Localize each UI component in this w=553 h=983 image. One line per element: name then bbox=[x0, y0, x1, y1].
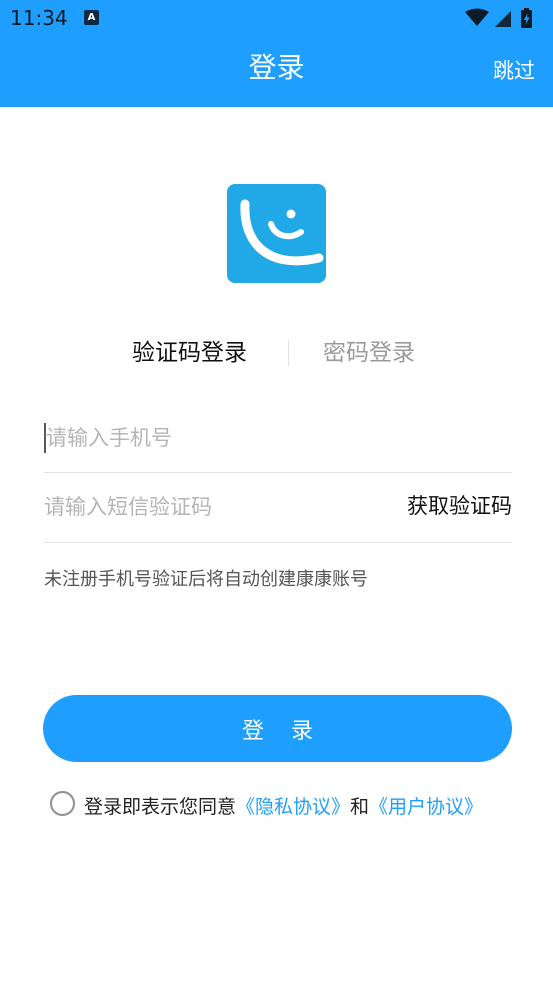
phone-row bbox=[44, 404, 512, 473]
sms-code-row: 获取验证码 bbox=[44, 473, 512, 543]
wifi-icon bbox=[465, 8, 489, 26]
signal-icon bbox=[495, 11, 511, 27]
agreement-prefix: 登录即表示您同意 bbox=[84, 796, 237, 818]
page-title: 登录 bbox=[248, 51, 305, 84]
status-icons bbox=[463, 6, 539, 30]
status-bar: 11:34 A bbox=[0, 0, 553, 36]
register-hint: 未注册手机号验证后将自动创建康康账号 bbox=[44, 569, 368, 590]
tab-sms-login[interactable]: 验证码登录 bbox=[132, 336, 247, 370]
app-logo-icon bbox=[227, 184, 326, 283]
login-mode-tabs: 验证码登录 密码登录 bbox=[0, 336, 553, 370]
phone-input[interactable] bbox=[46, 418, 386, 458]
notification-app-icon: A bbox=[84, 10, 99, 25]
get-code-button[interactable]: 获取验证码 bbox=[407, 490, 512, 520]
agreement-and: 和 bbox=[350, 796, 370, 818]
status-time: 11:34 bbox=[10, 6, 68, 30]
battery-icon bbox=[521, 8, 532, 28]
user-agreement-link[interactable]: 《用户协议》 bbox=[369, 796, 483, 818]
login-button[interactable]: 登 录 bbox=[43, 695, 512, 762]
tab-password-login[interactable]: 密码登录 bbox=[323, 336, 415, 370]
privacy-policy-link[interactable]: 《隐私协议》 bbox=[236, 796, 350, 818]
skip-button[interactable]: 跳过 bbox=[493, 55, 535, 85]
login-screen: 11:34 A 登录 跳过 验证码登录 密码登录 请输入手机号 请输入短信验证码… bbox=[0, 0, 553, 983]
agree-checkbox[interactable] bbox=[50, 791, 75, 816]
sms-code-input[interactable] bbox=[44, 487, 384, 527]
agreement-text: 登录即表示您同意《隐私协议》和《用户协议》 bbox=[84, 792, 483, 819]
top-bar: 11:34 A 登录 跳过 bbox=[0, 0, 553, 107]
tab-divider bbox=[288, 340, 289, 366]
